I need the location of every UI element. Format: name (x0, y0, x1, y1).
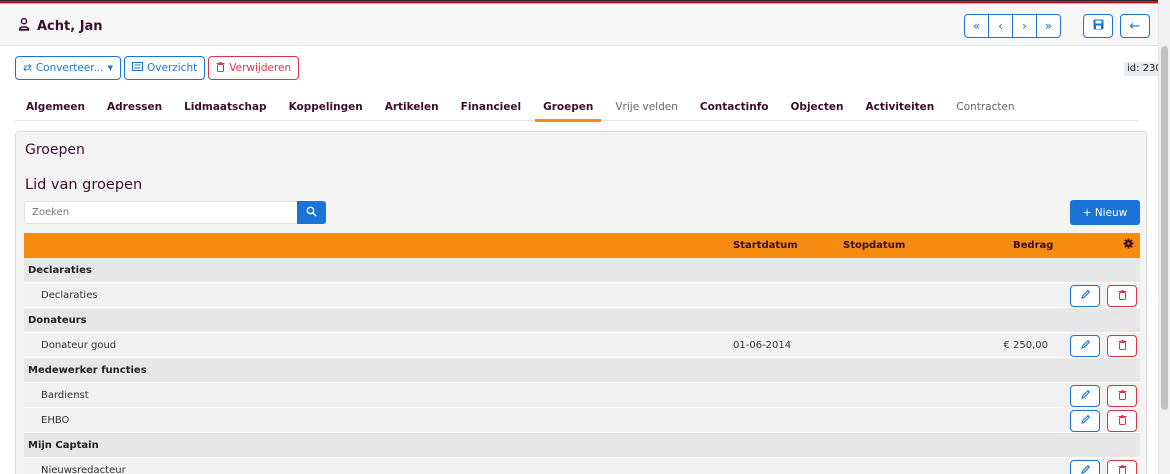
group-name: Donateurs (28, 315, 87, 326)
tab-contracten[interactable]: Contracten (945, 95, 1025, 120)
trash-icon (1118, 289, 1127, 303)
tab-adressen[interactable]: Adressen (96, 95, 173, 120)
edit-button[interactable] (1070, 410, 1100, 432)
tab-groepen[interactable]: Groepen (532, 95, 604, 122)
trash-icon (1118, 464, 1127, 474)
groups-table: Startdatum Stopdatum Bedrag Declaraties D… (24, 233, 1140, 474)
table-row: Donateur goud 01-06-2014 € 250,00 (24, 333, 1140, 358)
record-navigation: « ‹ › » (964, 14, 1061, 38)
first-icon[interactable]: « (964, 14, 989, 38)
scrollbar[interactable] (1158, 0, 1170, 474)
tab-financieel[interactable]: Financieel (450, 95, 532, 120)
tab-contactinfo[interactable]: Contactinfo (689, 95, 780, 120)
tab-algemeen[interactable]: Algemeen (15, 95, 96, 120)
column-stop[interactable]: Stopdatum (843, 240, 905, 251)
save-button[interactable] (1083, 14, 1113, 38)
page-title: Acht, Jan (17, 17, 103, 35)
group-name: Mijn Captain (28, 440, 99, 451)
back-button[interactable]: ← (1120, 14, 1150, 38)
trash-icon (1118, 414, 1127, 428)
table-row: Declaraties (24, 283, 1140, 308)
pencil-icon (1080, 414, 1091, 428)
row-name: EHBO (41, 415, 70, 426)
row-name: Donateur goud (41, 340, 117, 351)
table-body: Declaraties Declaraties Donateurs Donateur … (24, 258, 1140, 474)
next-icon[interactable]: › (1012, 14, 1037, 38)
table-row: Bardienst (24, 383, 1140, 408)
row-amount: € 250,00 (1003, 340, 1048, 351)
overview-button[interactable]: Overzicht (124, 56, 206, 80)
last-icon[interactable]: » (1036, 14, 1061, 38)
tab-artikelen[interactable]: Artikelen (374, 95, 450, 120)
gear-icon[interactable] (1123, 238, 1134, 252)
row-name: Nieuwsredacteur (41, 465, 126, 474)
list-icon (132, 62, 144, 74)
tab-objecten[interactable]: Objecten (780, 95, 855, 120)
record-name: Acht, Jan (37, 18, 103, 34)
trash-icon (1118, 389, 1127, 403)
row-name: Declaraties (41, 290, 98, 301)
user-icon (17, 17, 31, 35)
section-title: Lid van groepen (25, 177, 143, 193)
pencil-icon (1080, 464, 1091, 474)
pencil-icon (1080, 339, 1091, 353)
row-name: Bardienst (41, 390, 89, 401)
trash-icon (1118, 339, 1127, 353)
column-start[interactable]: Startdatum (733, 240, 798, 251)
column-amount[interactable]: Bedrag (1013, 240, 1053, 251)
delete-button[interactable] (1107, 285, 1137, 307)
group-row: Declaraties (24, 258, 1140, 283)
edit-button[interactable] (1070, 460, 1100, 474)
tab-vrije-velden[interactable]: Vrije velden (604, 95, 689, 120)
trash-icon (216, 61, 225, 75)
search-button[interactable] (297, 201, 326, 224)
prev-icon[interactable]: ‹ (988, 14, 1013, 38)
group-row: Mijn Captain (24, 433, 1140, 458)
overview-label: Overzicht (147, 62, 198, 74)
group-row: Medewerker functies (24, 358, 1140, 383)
delete-button[interactable] (1107, 385, 1137, 407)
back-icon: ← (1129, 18, 1141, 34)
delete-button[interactable] (1107, 335, 1137, 357)
scrollbar-thumb[interactable] (1161, 46, 1168, 410)
panel-title: Groepen (25, 142, 85, 158)
tab-activiteiten[interactable]: Activiteiten (855, 95, 946, 120)
row-start-date: 01-06-2014 (733, 340, 792, 351)
delete-record-button[interactable]: Verwijderen (208, 56, 300, 80)
edit-button[interactable] (1070, 335, 1100, 357)
delete-button[interactable] (1107, 410, 1137, 432)
record-header: Acht, Jan « ‹ › » ← (0, 4, 1158, 46)
groups-panel: Groepen Lid van groepen + Nieuw Startdat… (15, 131, 1147, 474)
delete-label: Verwijderen (229, 62, 292, 74)
tab-koppelingen[interactable]: Koppelingen (278, 95, 374, 120)
toolbar: ⇄ Converteer... ▼ Overzicht Verwijderen (15, 56, 300, 80)
group-name: Medewerker functies (28, 365, 147, 376)
tab-bar: Algemeen Adressen Lidmaatschap Koppeling… (15, 95, 1138, 122)
pencil-icon (1080, 289, 1091, 303)
save-icon (1093, 19, 1104, 34)
convert-label: Converteer... (35, 62, 104, 74)
group-name: Declaraties (28, 265, 92, 276)
edit-button[interactable] (1070, 285, 1100, 307)
table-row: EHBO (24, 408, 1140, 433)
new-group-button[interactable]: + Nieuw (1070, 200, 1140, 225)
table-row: Nieuwsredacteur (24, 458, 1140, 474)
table-header: Startdatum Stopdatum Bedrag (24, 233, 1140, 258)
group-row: Donateurs (24, 308, 1140, 333)
tab-lidmaatschap[interactable]: Lidmaatschap (173, 95, 278, 120)
edit-button[interactable] (1070, 385, 1100, 407)
pencil-icon (1080, 389, 1091, 403)
caret-down-icon: ▼ (107, 64, 114, 72)
search-input[interactable] (24, 201, 298, 224)
search-icon (306, 206, 317, 220)
swap-icon: ⇄ (23, 62, 32, 74)
convert-button[interactable]: ⇄ Converteer... ▼ (15, 56, 122, 80)
delete-button[interactable] (1107, 460, 1137, 474)
new-label: + Nieuw (1082, 206, 1128, 219)
